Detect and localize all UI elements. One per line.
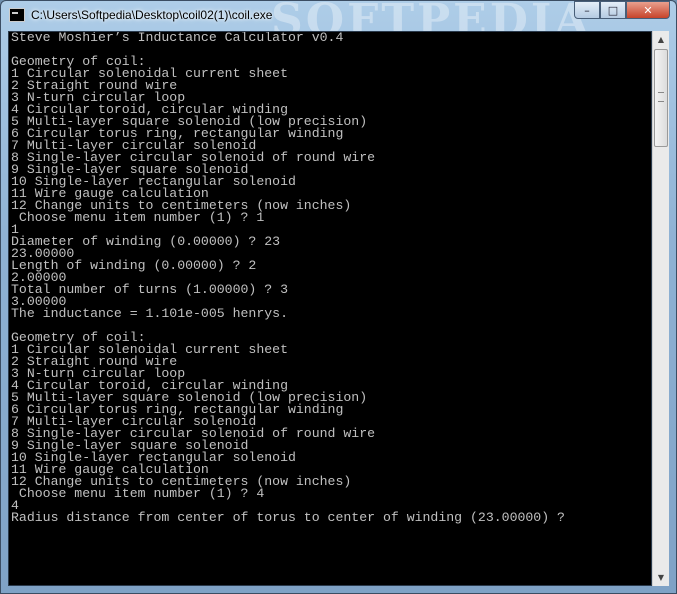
console-app-icon[interactable] bbox=[9, 8, 25, 22]
window-title: C:\Users\Softpedia\Desktop\coil02(1)\coi… bbox=[31, 8, 273, 22]
console-text: Steve Moshier’s Inductance Calculator v0… bbox=[9, 32, 651, 524]
scroll-down-arrow-icon[interactable]: ▼ bbox=[653, 569, 669, 586]
console-line: Steve Moshier’s Inductance Calculator v0… bbox=[11, 31, 344, 45]
console-line: Choose menu item number (1) ? 4 bbox=[11, 486, 265, 501]
vertical-scrollbar[interactable]: ▲ ▼ bbox=[652, 31, 669, 586]
console-line: Radius distance from center of torus to … bbox=[11, 510, 565, 525]
console-line: The inductance = 1.101e-005 henrys. bbox=[11, 306, 288, 321]
console-output-area[interactable]: Steve Moshier’s Inductance Calculator v0… bbox=[8, 31, 652, 586]
close-button[interactable]: ✕ bbox=[626, 1, 670, 19]
title-bar[interactable]: SOFTPEDIA C:\Users\Softpedia\Desktop\coi… bbox=[1, 0, 676, 46]
console-window: SOFTPEDIA C:\Users\Softpedia\Desktop\coi… bbox=[0, 0, 677, 594]
window-controls: – □ ✕ bbox=[574, 1, 670, 21]
minimize-button[interactable]: – bbox=[574, 1, 600, 19]
scroll-up-arrow-icon[interactable]: ▲ bbox=[653, 31, 669, 48]
maximize-button[interactable]: □ bbox=[600, 1, 626, 19]
console-line: Choose menu item number (1) ? 1 bbox=[11, 210, 265, 225]
scrollbar-thumb[interactable] bbox=[654, 49, 668, 147]
